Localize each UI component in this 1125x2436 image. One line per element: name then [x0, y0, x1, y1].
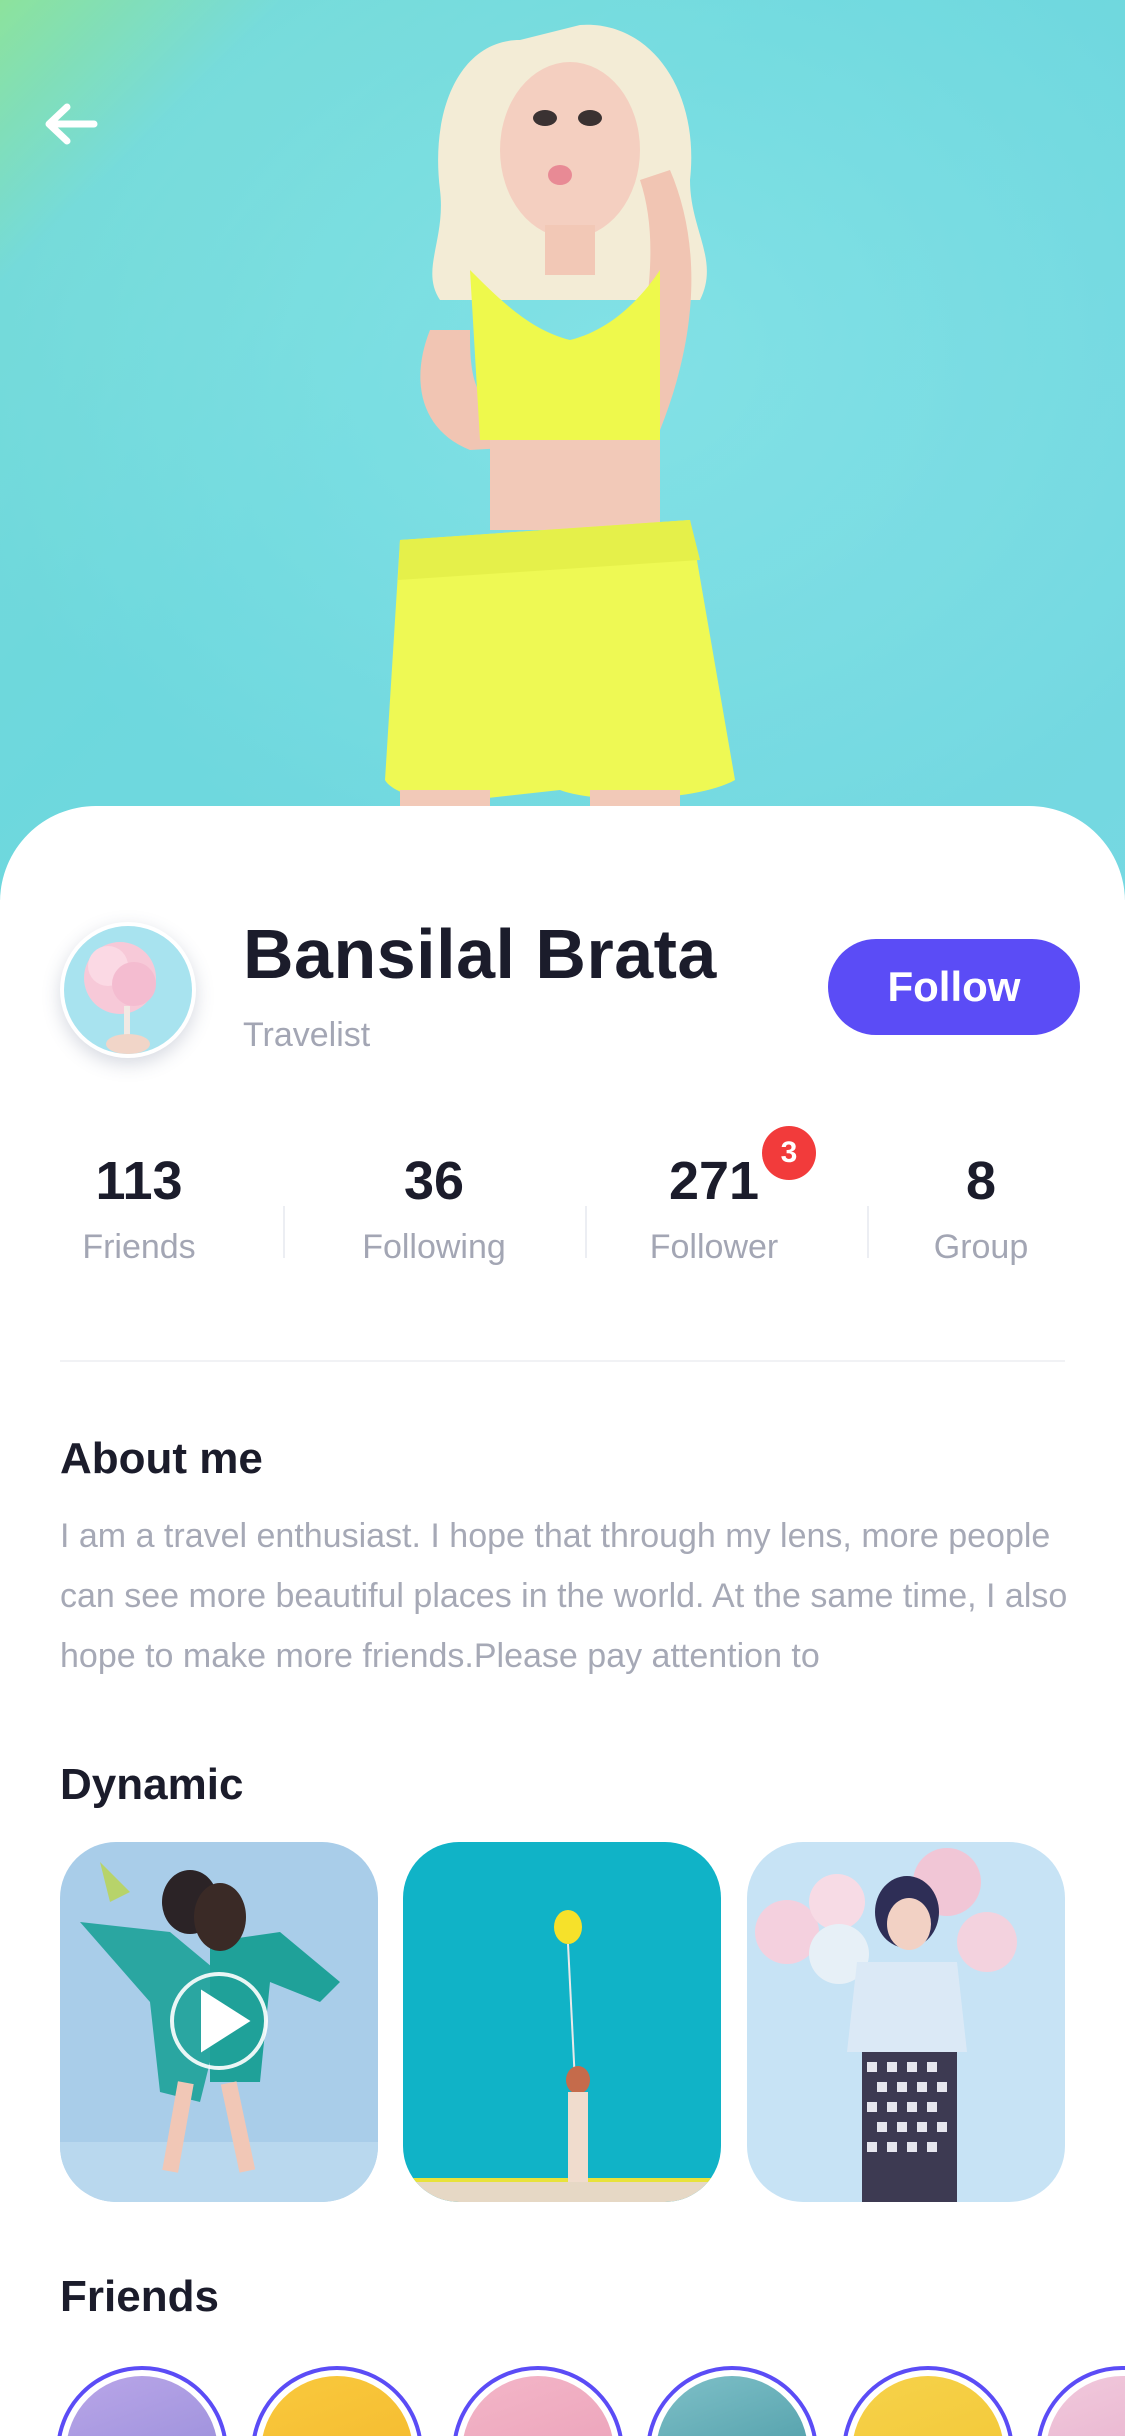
stat-label: Following — [362, 1228, 506, 1266]
stat-following[interactable]: 36 Following — [304, 1146, 564, 1267]
dynamic-title: Dynamic — [60, 1760, 244, 1809]
divider — [60, 1360, 1065, 1362]
stat-friends[interactable]: 113 Friends — [9, 1146, 269, 1267]
back-button[interactable] — [34, 88, 106, 160]
friend-image — [462, 2376, 614, 2436]
stat-group[interactable]: 8 Group — [851, 1146, 1111, 1267]
friend-avatar[interactable] — [1036, 2366, 1125, 2436]
avatar-image — [64, 926, 192, 1054]
friend-avatar[interactable] — [646, 2366, 818, 2436]
friends-title: Friends — [60, 2272, 219, 2321]
profile-name: Bansilal Brata — [243, 915, 717, 993]
friend-image — [852, 2376, 1004, 2436]
play-button[interactable] — [170, 1972, 268, 2070]
cover-photo-person — [0, 0, 1125, 900]
dynamic-image — [747, 1842, 1065, 2202]
play-icon — [201, 1989, 251, 2053]
stat-label: Follower — [649, 1228, 779, 1266]
friend-image — [656, 2376, 808, 2436]
stat-value: 113 — [95, 1151, 183, 1211]
friend-image — [66, 2376, 218, 2436]
friend-avatar[interactable] — [56, 2366, 228, 2436]
friend-avatar[interactable] — [452, 2366, 624, 2436]
friend-avatar[interactable] — [842, 2366, 1014, 2436]
dynamic-photo-thumbnail[interactable] — [747, 1842, 1065, 2202]
about-text: I am a travel enthusiast. I hope that th… — [60, 1517, 1068, 1675]
friend-avatar[interactable] — [251, 2366, 423, 2436]
stat-value: 36 — [403, 1151, 465, 1211]
stat-divider — [283, 1206, 285, 1258]
arrow-left-icon — [45, 103, 98, 145]
dynamic-gallery — [60, 1842, 1065, 2202]
notification-badge: 3 — [762, 1126, 816, 1180]
dynamic-image — [403, 1842, 721, 2202]
dynamic-photo-thumbnail[interactable] — [403, 1842, 721, 2202]
friend-image — [1046, 2376, 1125, 2436]
profile-role: Travelist — [243, 1016, 371, 1054]
stat-value: 8 — [965, 1151, 997, 1211]
about-title: About me — [60, 1434, 263, 1483]
stat-label: Friends — [82, 1228, 196, 1266]
cover-photo — [0, 0, 1125, 900]
dynamic-video-thumbnail[interactable] — [60, 1842, 378, 2202]
friend-image — [261, 2376, 413, 2436]
stat-label: Group — [933, 1228, 1029, 1266]
stats-row: 113 Friends 36 Following 271 Follower 3 … — [0, 1126, 1125, 1296]
avatar[interactable] — [60, 922, 196, 1058]
profile-card: Bansilal Brata Travelist Follow 113 Frie… — [0, 806, 1125, 2436]
friends-list — [0, 2354, 1125, 2436]
follow-button[interactable]: Follow — [828, 939, 1080, 1035]
